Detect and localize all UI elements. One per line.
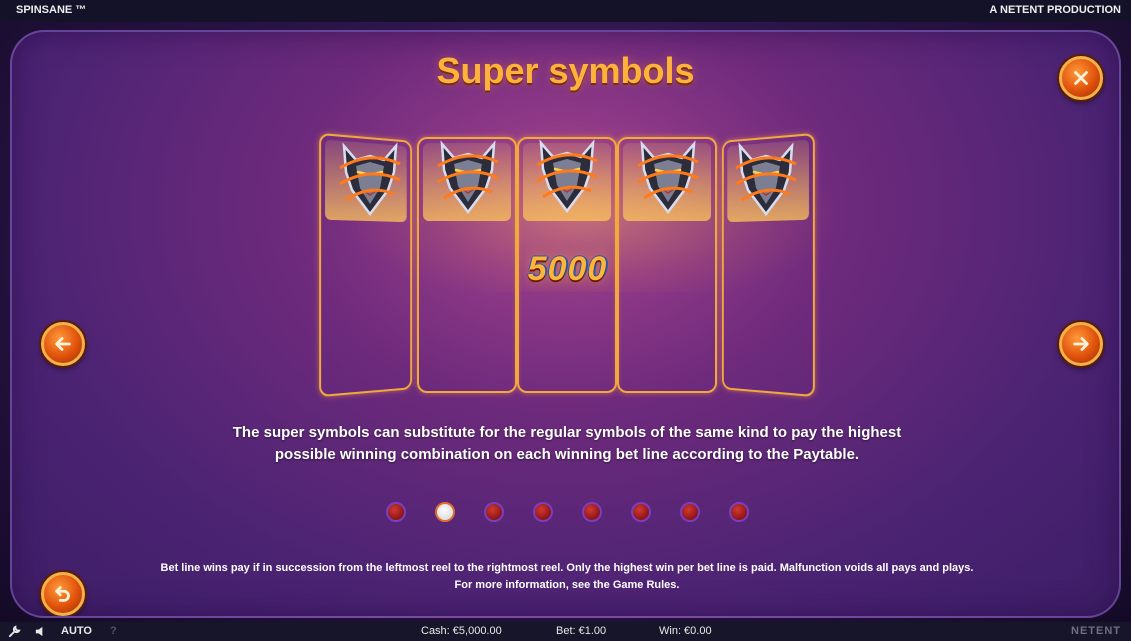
page-dot-8[interactable] xyxy=(729,502,749,522)
page-dot-5[interactable] xyxy=(582,502,602,522)
bet-display: Bet: €1.00 xyxy=(556,625,607,637)
footnote-line-1: Bet line wins pay if in succession from … xyxy=(160,562,974,574)
footnote-line-2: For more information, see the Game Rules… xyxy=(454,579,680,591)
win-value-label: 5000 xyxy=(527,250,608,288)
rules-footnote: Bet line wins pay if in succession from … xyxy=(72,560,1062,594)
bottom-bar: AUTO ? Cash: €5,000.00 Bet: €1.00 Win: €… xyxy=(0,622,1131,641)
netent-logo: NETENT xyxy=(1071,625,1121,637)
wolf-symbol-icon xyxy=(338,144,402,216)
page-dot-1[interactable] xyxy=(386,502,406,522)
cash-display: Cash: €5,000.00 xyxy=(421,625,502,637)
wolf-symbol-icon xyxy=(636,142,700,214)
wolf-symbol-icon xyxy=(436,142,500,214)
auto-button[interactable]: AUTO xyxy=(61,625,92,637)
page-dot-7[interactable] xyxy=(680,502,700,522)
reel-illustration: 5000 xyxy=(12,32,1119,616)
game-stage: Super symbols 5000 The super symbols can… xyxy=(0,22,1131,622)
page-dot-4[interactable] xyxy=(533,502,553,522)
super-symbols-description: The super symbols can substitute for the… xyxy=(192,422,942,466)
page-indicator xyxy=(12,502,1119,522)
info-panel: Super symbols 5000 The super symbols can… xyxy=(10,30,1121,618)
wolf-symbol-icon xyxy=(535,141,599,213)
help-icon[interactable]: ? xyxy=(110,625,117,637)
page-dot-2[interactable] xyxy=(435,502,455,522)
page-dot-6[interactable] xyxy=(631,502,651,522)
producer-label: A NETENT PRODUCTION xyxy=(989,4,1121,16)
wrench-icon[interactable] xyxy=(8,625,21,638)
wolf-symbol-icon xyxy=(734,144,798,216)
speaker-icon[interactable] xyxy=(34,625,47,638)
game-title: SPINSANE ™ xyxy=(16,4,87,16)
top-bar: SPINSANE ™ A NETENT PRODUCTION xyxy=(0,0,1131,22)
description-line-1: The super symbols can substitute for the… xyxy=(232,424,902,441)
win-display: Win: €0.00 xyxy=(659,625,712,637)
description-line-2: possible winning combination on each win… xyxy=(274,446,860,463)
page-dot-3[interactable] xyxy=(484,502,504,522)
